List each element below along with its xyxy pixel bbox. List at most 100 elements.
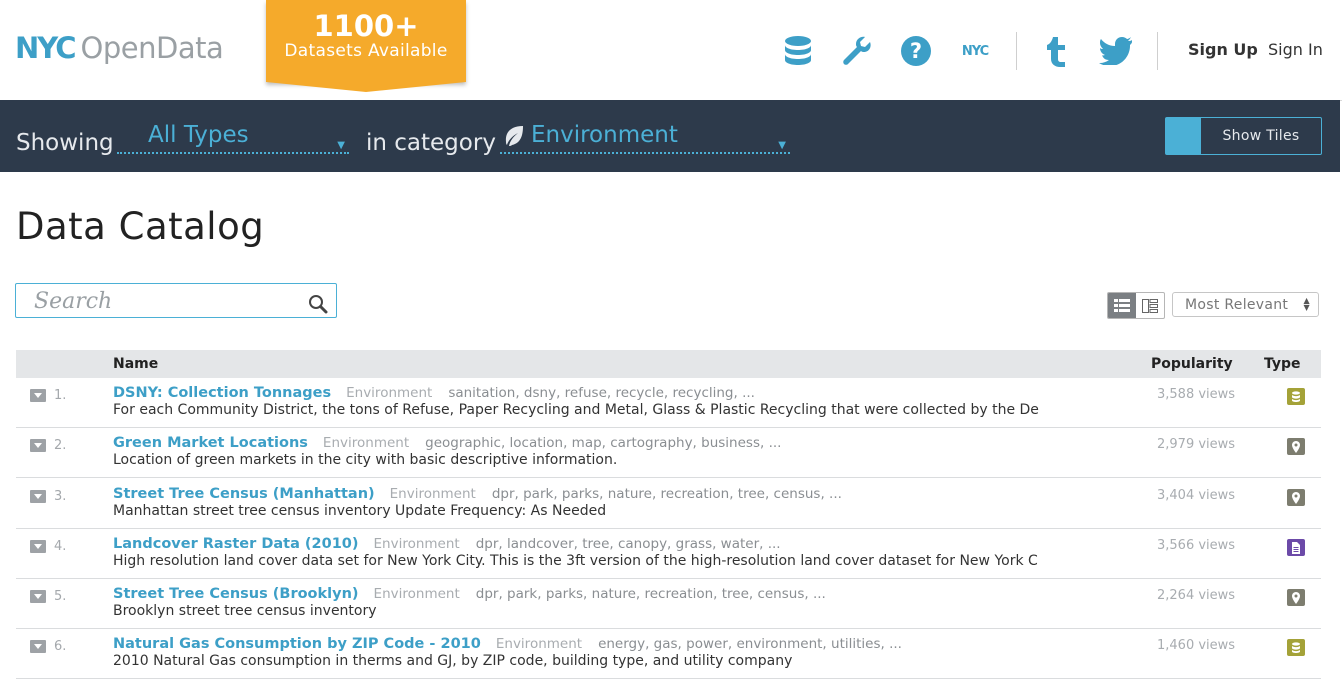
top-header: NYC OpenData 1100+ Datasets Available ? … (0, 0, 1342, 101)
dataset-tags: dpr, park, parks, nature, recreation, tr… (491, 486, 842, 502)
dataset-category: Environment (389, 486, 476, 502)
nav-separator (1016, 32, 1017, 70)
sort-select-value: Most Relevant (1185, 297, 1289, 313)
dataset-views: 3,404 views (1157, 488, 1236, 503)
dataset-title-link[interactable]: Natural Gas Consumption by ZIP Code - 20… (113, 636, 902, 652)
header-nav: ? NYC (778, 30, 1178, 72)
row-number: 6. (54, 639, 67, 654)
category-select[interactable]: Environment ▼ (500, 122, 790, 154)
row-number: 4. (54, 539, 67, 554)
dataset-views: 2,979 views (1157, 437, 1236, 452)
datasets-available-label: Datasets Available (284, 41, 448, 61)
dataset-tags: geographic, location, map, cartography, … (425, 435, 782, 451)
toggle-knob (1166, 118, 1201, 154)
row-number: 5. (54, 589, 67, 604)
showing-label: Showing (16, 130, 114, 156)
show-tiles-label: Show Tiles (1222, 128, 1300, 144)
chevron-down-icon: ▼ (337, 140, 345, 151)
datasets-count: 1100+ (313, 9, 419, 43)
sign-up-link[interactable]: Sign Up (1188, 40, 1258, 59)
search-input[interactable] (32, 285, 306, 318)
dataset-title: DSNY: Collection Tonnages (113, 385, 332, 401)
dataset-tags: sanitation, dsny, refuse, recycle, recyc… (448, 385, 755, 401)
dataset-title-link[interactable]: Street Tree Census (Brooklyn) Environment… (113, 586, 826, 602)
column-name[interactable]: Name (113, 356, 158, 372)
table-row: 4. Landcover Raster Data (2010) Environmen… (16, 529, 1321, 579)
row-number: 1. (54, 388, 67, 403)
dataset-type-icon (1287, 639, 1305, 656)
expand-row-icon[interactable] (30, 640, 46, 653)
dataset-views: 1,460 views (1157, 638, 1236, 653)
dataset-title: Natural Gas Consumption by ZIP Code - 20… (113, 636, 481, 652)
dataset-title: Green Market Locations (113, 435, 308, 451)
dataset-category: Environment (373, 536, 460, 552)
dataset-type-icon (1287, 388, 1305, 405)
row-number: 2. (54, 438, 67, 453)
table-row: 1. DSNY: Collection Tonnages Environment sa… (16, 378, 1321, 428)
nyc-icon[interactable]: NYC (955, 31, 995, 71)
table-row: 2. Green Market Locations Environment geogr… (16, 428, 1321, 478)
column-popularity[interactable]: Popularity (1151, 356, 1233, 372)
dataset-tags: energy, gas, power, environment, utiliti… (598, 636, 902, 652)
help-icon[interactable]: ? (896, 31, 936, 71)
expand-row-icon[interactable] (30, 540, 46, 553)
type-select[interactable]: All Types ▼ (117, 122, 349, 154)
tumblr-icon[interactable] (1037, 31, 1077, 71)
category-select-value: Environment (531, 122, 678, 148)
type-select-value: All Types (148, 122, 249, 148)
nav-separator (1157, 32, 1158, 70)
datasets-banner: 1100+ Datasets Available (266, 0, 466, 92)
twitter-icon[interactable] (1096, 31, 1136, 71)
dataset-title: Street Tree Census (Brooklyn) (113, 586, 359, 602)
map-type-icon (1287, 589, 1305, 606)
show-tiles-toggle[interactable]: Show Tiles (1165, 117, 1322, 155)
svg-text:?: ? (910, 39, 922, 63)
dataset-title-link[interactable]: Green Market Locations Environment geograp… (113, 435, 781, 451)
page-title: Data Catalog (16, 205, 265, 248)
chevron-down-icon: ▼ (778, 140, 786, 151)
file-type-icon (1287, 539, 1305, 556)
dataset-description: For each Community District, the tons of… (113, 402, 1039, 418)
dataset-title-link[interactable]: Landcover Raster Data (2010) Environment d… (113, 536, 781, 552)
table-header: Name Popularity Type (16, 350, 1321, 378)
table-row: 3. Street Tree Census (Manhattan) Environm… (16, 479, 1321, 529)
dataset-title-link[interactable]: Street Tree Census (Manhattan) Environmen… (113, 486, 842, 502)
dataset-title-link[interactable]: DSNY: Collection Tonnages Environment sani… (113, 385, 755, 401)
sort-select[interactable]: Most Relevant ▲ ▼ (1172, 292, 1319, 317)
expand-row-icon[interactable] (30, 439, 46, 452)
dataset-category: Environment (495, 636, 583, 652)
sort-arrows-icon: ▲ ▼ (1303, 296, 1310, 312)
dataset-category: Environment (346, 385, 433, 401)
logo-nyc-text: NYC (15, 31, 77, 65)
sign-in-link[interactable]: Sign In (1268, 40, 1323, 59)
search-box (15, 283, 337, 318)
row-number: 3. (54, 489, 67, 504)
wrench-icon[interactable] (837, 31, 877, 71)
dataset-category: Environment (373, 586, 460, 602)
dataset-views: 3,588 views (1157, 387, 1236, 402)
expand-row-icon[interactable] (30, 389, 46, 402)
logo-opendata-text: OpenData (80, 31, 224, 65)
dataset-views: 3,566 views (1157, 538, 1236, 553)
leaf-icon (502, 124, 526, 154)
dataset-tags: dpr, park, parks, nature, recreation, tr… (475, 586, 826, 602)
search-icon[interactable] (308, 294, 328, 318)
table-row: 5. Street Tree Census (Brooklyn) Environme… (16, 579, 1321, 629)
expand-row-icon[interactable] (30, 490, 46, 503)
expand-row-icon[interactable] (30, 590, 46, 603)
in-category-label: in category (366, 130, 496, 156)
dataset-description: 2010 Natural Gas consumption in therms a… (113, 653, 793, 669)
dataset-tags: dpr, landcover, tree, canopy, grass, wat… (475, 536, 781, 552)
column-type[interactable]: Type (1264, 356, 1301, 372)
dataset-description: Location of green markets in the city wi… (113, 452, 618, 468)
database-icon[interactable] (778, 31, 818, 71)
dataset-description: Manhattan street tree census inventory U… (113, 503, 607, 519)
dataset-views: 2,264 views (1157, 588, 1236, 603)
map-type-icon (1287, 438, 1305, 455)
map-type-icon (1287, 489, 1305, 506)
dataset-title: Landcover Raster Data (2010) (113, 536, 359, 552)
detail-view-icon[interactable] (1136, 293, 1164, 318)
nyc-opendata-logo[interactable]: NYC OpenData (15, 30, 224, 66)
list-view-icon[interactable] (1108, 293, 1136, 318)
dataset-description: Brooklyn street tree census inventory (113, 603, 377, 619)
